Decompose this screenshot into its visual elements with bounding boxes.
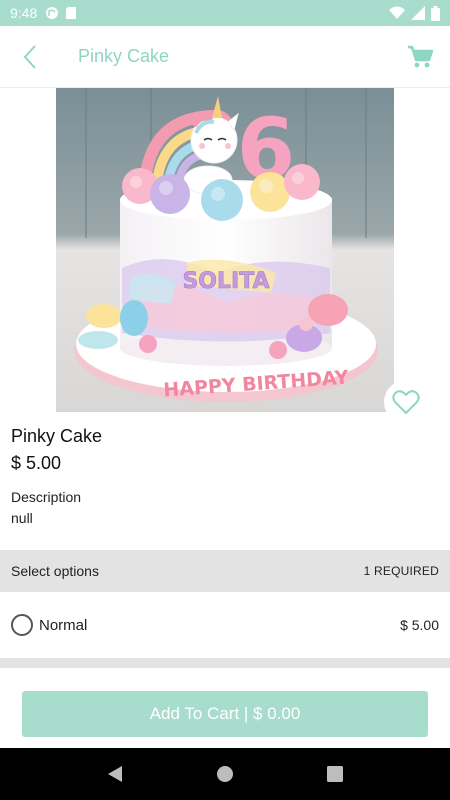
option-label: Normal	[39, 616, 88, 634]
option-price: $ 5.00	[400, 617, 439, 633]
home-circle-icon[interactable]	[216, 765, 234, 783]
chevron-left-icon	[23, 44, 36, 69]
bottom-panel: Add To Cart | $ 0.00	[0, 668, 450, 748]
battery-icon	[431, 5, 440, 21]
shopping-cart-icon	[408, 45, 433, 67]
page-title: Pinky Cake	[78, 46, 170, 66]
recents-square-icon[interactable]	[327, 766, 344, 782]
heart-icon	[392, 390, 420, 414]
cart-button[interactable]	[404, 41, 436, 73]
required-badge: 1 REQUIRED	[363, 564, 439, 578]
description-value: null	[11, 510, 33, 526]
status-bar: 9:48	[0, 0, 450, 26]
product-image: SOLITA 6 HAPPY BIRTHDAY	[56, 88, 394, 412]
signal-icon	[411, 6, 425, 20]
system-nav-bar	[0, 748, 450, 800]
product-price: $ 5.00	[11, 453, 62, 473]
divider	[0, 658, 450, 668]
sd-card-icon	[66, 7, 77, 19]
radio-button[interactable]	[11, 614, 33, 636]
back-triangle-icon[interactable]	[107, 765, 123, 783]
options-header: Select options 1 REQUIRED	[0, 550, 450, 592]
option-row-normal[interactable]: Normal $ 5.00	[0, 592, 450, 658]
product-name: Pinky Cake	[11, 426, 103, 446]
back-button[interactable]	[8, 35, 52, 79]
app-bar: Pinky Cake	[0, 26, 450, 88]
notification-app-icon	[46, 7, 59, 19]
add-to-cart-button[interactable]: Add To Cart | $ 0.00	[22, 691, 428, 737]
options-title: Select options	[11, 563, 99, 579]
description-label: Description	[11, 489, 82, 505]
wifi-icon	[389, 6, 405, 19]
favorite-button[interactable]	[384, 380, 428, 424]
status-time: 9:48	[10, 5, 38, 21]
cake-name-text: SOLITA	[182, 269, 269, 294]
